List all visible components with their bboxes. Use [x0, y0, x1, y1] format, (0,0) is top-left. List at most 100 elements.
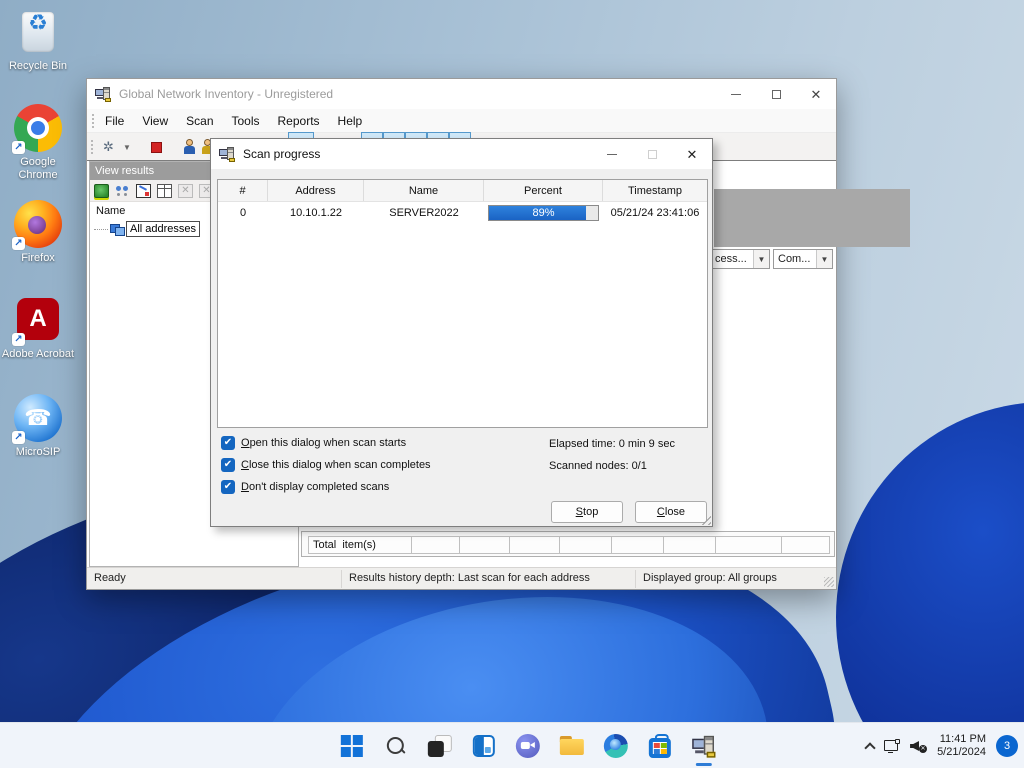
close-button[interactable]: ✕: [796, 79, 836, 109]
main-window-title: Global Network Inventory - Unregistered: [119, 87, 334, 101]
status-ready: Ready: [94, 572, 126, 584]
dialog-icon: [219, 146, 235, 162]
addresses-icon: [110, 223, 125, 236]
user-tool-icon[interactable]: [183, 139, 196, 154]
option-open-on-start[interactable]: ✔ Open this dialog when scan starts: [221, 436, 406, 450]
menu-tools[interactable]: Tools: [223, 110, 269, 132]
menu-file[interactable]: File: [96, 110, 133, 132]
dialog-titlebar[interactable]: Scan progress ✕: [211, 139, 712, 169]
wallpaper-petal: [836, 402, 1024, 768]
close-button[interactable]: Close: [635, 501, 707, 523]
dialog-title: Scan progress: [243, 147, 321, 161]
dialog-close-button[interactable]: ✕: [672, 139, 712, 169]
taskbar: ✕ 11:41 PM 5/21/2024 3: [0, 722, 1024, 768]
menu-help[interactable]: Help: [329, 110, 372, 132]
chrome-icon: ↗: [12, 104, 62, 154]
desktop-icon-label: Adobe Acrobat: [1, 348, 75, 360]
dialog-maximize-button: [632, 139, 672, 169]
dialog-minimize-button[interactable]: [592, 139, 632, 169]
col-percent[interactable]: Percent: [484, 180, 603, 201]
scan-wizard-icon[interactable]: ✲: [103, 139, 114, 155]
totals-cell: [560, 536, 612, 554]
chat-icon: [515, 734, 540, 758]
desktop-icon-adobe-acrobat[interactable]: A ↗ Adobe Acrobat: [0, 296, 76, 361]
resize-grip[interactable]: [824, 577, 834, 587]
scan-table-header: # Address Name Percent Timestamp: [218, 180, 707, 202]
shortcut-arrow-icon: ↗: [12, 237, 25, 250]
totals-cell: [460, 536, 510, 554]
tray-overflow-chevron-icon[interactable]: [864, 742, 876, 754]
desktop-icon-label: Google Chrome: [18, 156, 58, 181]
microsip-icon: ☎ ↗: [12, 394, 62, 444]
process-combo[interactable]: cess... ▼: [710, 249, 770, 269]
file-explorer-button[interactable]: [550, 723, 594, 768]
col-address[interactable]: Address: [268, 180, 364, 201]
minimize-button[interactable]: [716, 79, 756, 109]
edge-button[interactable]: [594, 723, 638, 768]
col-timestamp[interactable]: Timestamp: [603, 180, 707, 201]
gni-app-icon: [692, 734, 716, 758]
menu-scan[interactable]: Scan: [177, 110, 222, 132]
checkbox-checked-icon[interactable]: ✔: [221, 458, 235, 472]
firefox-icon: ↗: [12, 200, 62, 250]
store-button[interactable]: [638, 723, 682, 768]
recycle-bin-icon: ♻: [14, 8, 62, 56]
tree-leader: [94, 228, 108, 230]
chevron-down-icon[interactable]: ▼: [816, 250, 832, 268]
search-button[interactable]: [374, 723, 418, 768]
desktop-icon-recycle-bin[interactable]: ♻ Recycle Bin: [0, 8, 76, 73]
start-button[interactable]: [330, 723, 374, 768]
desktop-icon-microsip[interactable]: ☎ ↗ MicroSIP: [0, 394, 76, 459]
scanned-nodes: Scanned nodes: 0/1: [549, 460, 647, 472]
windows-logo-icon: [340, 735, 363, 757]
chevron-down-icon[interactable]: ▼: [753, 250, 769, 268]
status-bar: Ready Results history depth: Last scan f…: [87, 567, 836, 589]
col-index[interactable]: #: [218, 180, 268, 201]
desktop-icon-firefox[interactable]: ↗ Firefox: [0, 200, 76, 265]
menu-bar: File View Scan Tools Reports Help: [87, 109, 836, 133]
gni-taskbar-button[interactable]: [682, 723, 726, 768]
taskbar-center: [330, 723, 726, 768]
notification-badge[interactable]: 3: [996, 735, 1018, 757]
menu-reports[interactable]: Reports: [269, 110, 329, 132]
checkbox-checked-icon[interactable]: ✔: [221, 480, 235, 494]
dropdown-caret-icon[interactable]: ▼: [123, 143, 131, 152]
totals-cell: [412, 536, 460, 554]
desktop-icon-google-chrome[interactable]: ↗ Google Chrome: [0, 104, 76, 182]
desktop-icon-label: Firefox: [21, 252, 55, 264]
totals-cell: [782, 536, 830, 554]
acrobat-icon: A ↗: [12, 296, 62, 346]
main-window-titlebar[interactable]: Global Network Inventory - Unregistered …: [87, 79, 836, 109]
status-group: Displayed group: All groups: [643, 572, 777, 584]
option-hide-completed[interactable]: ✔ Don't display completed scans: [221, 480, 389, 494]
chat-button[interactable]: [506, 723, 550, 768]
widgets-button[interactable]: [462, 723, 506, 768]
stop-scan-icon[interactable]: [151, 142, 162, 153]
clock[interactable]: 11:41 PM 5/21/2024: [937, 733, 986, 759]
clipboard-icon[interactable]: [136, 183, 151, 198]
status-separator: [635, 570, 636, 588]
volume-muted-icon[interactable]: ✕: [910, 739, 928, 753]
network-scan-icon[interactable]: [94, 183, 109, 198]
desktop-icon-label: Recycle Bin: [8, 60, 68, 72]
com-combo[interactable]: Com... ▼: [773, 249, 833, 269]
checkbox-checked-icon[interactable]: ✔: [221, 436, 235, 450]
menu-view[interactable]: View: [133, 110, 177, 132]
network-icon[interactable]: [884, 739, 901, 753]
option-close-on-complete[interactable]: ✔ Close this dialog when scan completes: [221, 458, 431, 472]
tray-time: 11:41 PM: [939, 733, 986, 745]
cell-percent: 89%: [484, 202, 603, 224]
col-name[interactable]: Name: [364, 180, 484, 201]
scan-table: # Address Name Percent Timestamp 0 10.10…: [217, 179, 708, 428]
columns-icon[interactable]: [157, 183, 172, 198]
status-history: Results history depth: Last scan for eac…: [349, 572, 590, 584]
scan-table-row[interactable]: 0 10.10.1.22 SERVER2022 89% 05/21/24 23:…: [218, 202, 707, 224]
task-view-button[interactable]: [418, 723, 462, 768]
search-icon: [385, 735, 407, 757]
stop-button[interactable]: Stop: [551, 501, 623, 523]
disabled-delete-icon: ✕: [178, 183, 193, 198]
preview-placeholder: [714, 189, 910, 247]
progress-label: 89%: [532, 207, 555, 219]
maximize-button[interactable]: [756, 79, 796, 109]
pins-icon[interactable]: [115, 184, 130, 198]
